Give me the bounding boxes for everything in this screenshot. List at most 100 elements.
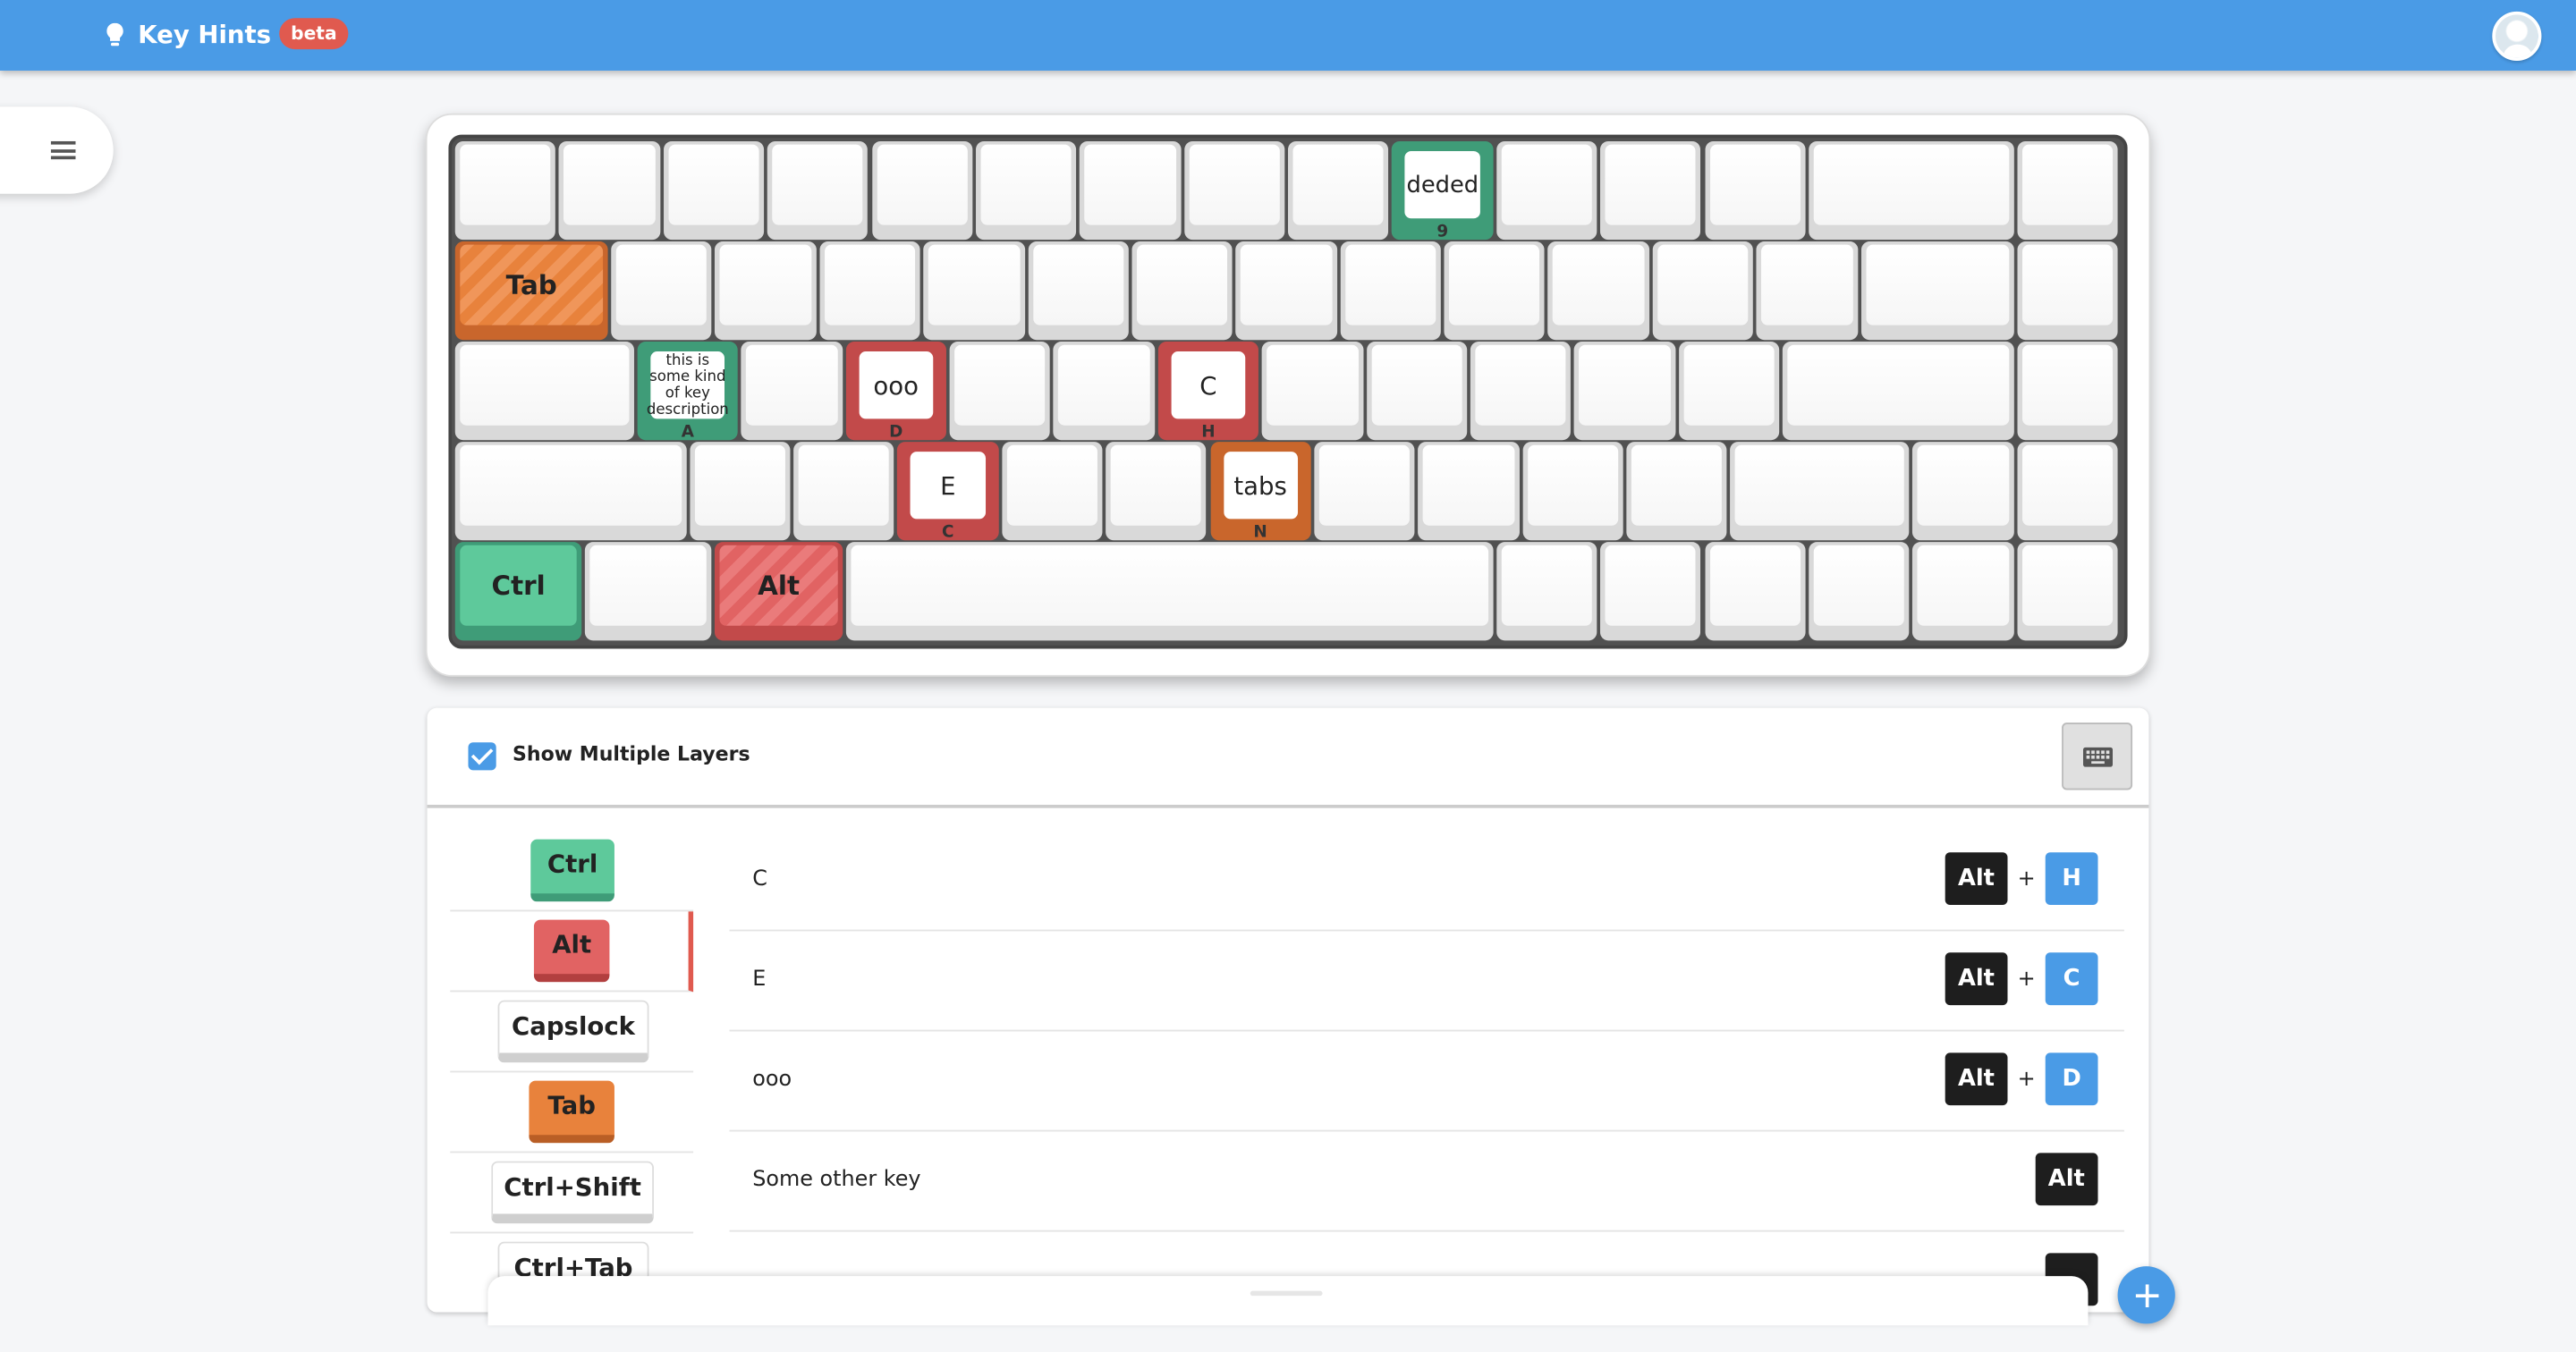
key-e[interactable]: EC <box>897 442 999 541</box>
keyboard-key[interactable] <box>2016 342 2118 441</box>
bottom-sheet[interactable] <box>487 1276 2089 1326</box>
keyboard-key[interactable] <box>1287 140 1389 241</box>
key-ctrl[interactable]: Ctrl <box>454 542 582 641</box>
key-alt[interactable]: Alt <box>715 542 843 641</box>
layer-item-alt[interactable]: Alt <box>450 911 694 993</box>
keyboard-key[interactable] <box>454 342 634 441</box>
shortcut-combo: Alt + D <box>1945 1052 2098 1106</box>
key-ooo[interactable]: ooo D <box>845 342 947 441</box>
key-sublabel: D <box>889 423 903 441</box>
layer-item-ctrl[interactable]: Ctrl <box>450 831 694 912</box>
keyboard-key[interactable] <box>1080 140 1182 241</box>
keyboard-key[interactable] <box>1809 140 2014 241</box>
keyboard-key[interactable] <box>559 140 660 241</box>
keyboard-key[interactable] <box>1678 342 1780 441</box>
keyboard-key[interactable] <box>1730 442 1910 541</box>
key-c[interactable]: CH <box>1157 342 1259 441</box>
keyboard-key[interactable] <box>1704 140 1806 241</box>
layer-item-ctrl-shift[interactable]: Ctrl+Shift <box>450 1153 694 1234</box>
add-icon <box>2134 1283 2158 1307</box>
keyboard-key[interactable] <box>1756 241 1858 341</box>
lightbulb-icon <box>106 21 123 46</box>
key-sublabel: N <box>1253 523 1267 541</box>
keyboard-key[interactable] <box>1600 542 1701 641</box>
menu-button[interactable] <box>0 106 114 194</box>
keyboard-key[interactable] <box>1028 241 1129 341</box>
layer-item-capslock[interactable]: Capslock <box>450 992 694 1073</box>
keyboard-key[interactable] <box>1704 542 1806 641</box>
keyboard-key[interactable] <box>454 140 556 241</box>
keyboard-key[interactable] <box>2016 241 2118 341</box>
keyboard-key[interactable] <box>1131 241 1233 341</box>
sheet-handle[interactable] <box>1250 1290 1323 1297</box>
brand[interactable]: Key Hints beta <box>106 18 349 50</box>
key-chip: D <box>2045 1052 2098 1106</box>
shortcut-row[interactable]: ooo Alt + D <box>729 1031 2124 1132</box>
key-chip: H <box>2045 852 2098 906</box>
keyboard-key[interactable] <box>1340 241 1441 341</box>
keyboard-key[interactable] <box>871 140 973 241</box>
key-sublabel: A <box>681 423 694 441</box>
keyboard-key[interactable] <box>741 342 843 441</box>
keyboard-key[interactable] <box>1444 241 1546 341</box>
layer-item-tab[interactable]: Tab <box>450 1072 694 1153</box>
keyboard-key[interactable] <box>1470 342 1572 441</box>
key-label: Ctrl <box>491 570 546 602</box>
keyboard-key[interactable] <box>923 241 1025 341</box>
shortcut-label: E <box>752 967 767 993</box>
keyboard-key[interactable] <box>611 241 713 341</box>
key-tabs[interactable]: tabs N <box>1209 442 1311 541</box>
keyboard-key[interactable] <box>1314 442 1415 541</box>
shortcuts-panel: Show Multiple Layers Ctrl Alt Capslock T… <box>427 707 2149 1313</box>
key-description[interactable]: this is some kind of key description A <box>637 342 739 441</box>
shortcut-combo: Alt + H <box>1945 852 2098 906</box>
keyboard-key[interactable] <box>1496 542 1597 641</box>
key-tab[interactable]: Tab <box>454 241 608 341</box>
shortcut-row[interactable]: E Alt + C <box>729 931 2124 1032</box>
keyboard-key[interactable] <box>2016 140 2118 241</box>
shortcut-label: ooo <box>752 1067 792 1093</box>
keyboard-key[interactable] <box>689 442 791 541</box>
show-multiple-layers-checkbox[interactable] <box>468 742 496 771</box>
add-button[interactable] <box>2117 1266 2175 1324</box>
keyboard-key[interactable] <box>1547 241 1649 341</box>
keyboard-key[interactable] <box>1860 241 2014 341</box>
keyboard-key[interactable] <box>1600 140 1701 241</box>
keyboard-key[interactable] <box>1418 442 1520 541</box>
keyboard-key[interactable] <box>1521 442 1623 541</box>
keyboard-toggle-button[interactable] <box>2062 722 2133 790</box>
keyboard-key[interactable] <box>1782 342 2014 441</box>
keyboard-key[interactable] <box>949 342 1051 441</box>
keyboard-key[interactable] <box>1001 442 1103 541</box>
keyboard-key[interactable] <box>454 442 687 541</box>
keyboard-key[interactable] <box>585 542 712 641</box>
keyboard-key[interactable] <box>1235 241 1337 341</box>
key-deded[interactable]: deded 9 <box>1392 140 1494 241</box>
keyboard-key[interactable] <box>845 542 1494 641</box>
keyboard-key[interactable] <box>1912 542 2014 641</box>
keyboard-key[interactable] <box>663 140 765 241</box>
keyboard-key[interactable] <box>1261 342 1363 441</box>
keyboard-key[interactable] <box>2016 542 2118 641</box>
keyboard-key[interactable] <box>975 140 1077 241</box>
keyboard-key[interactable] <box>767 140 869 241</box>
keyboard-key[interactable] <box>1809 542 1910 641</box>
keyboard: deded 9 Tab this is some kind of key descri… <box>448 134 2128 649</box>
keyboard-key[interactable] <box>819 241 920 341</box>
shortcut-row[interactable]: Some other key Alt <box>729 1132 2124 1232</box>
keyboard-key[interactable] <box>1652 241 1754 341</box>
keyboard-key[interactable] <box>1912 442 2014 541</box>
keyboard-key[interactable] <box>715 241 817 341</box>
keyboard-key[interactable] <box>793 442 894 541</box>
shortcut-row[interactable]: C Alt + H <box>729 831 2124 932</box>
keyboard-key[interactable] <box>1183 140 1285 241</box>
keyboard-key[interactable] <box>1496 140 1597 241</box>
keyboard-key[interactable] <box>1626 442 1728 541</box>
keyboard-key[interactable] <box>1366 342 1467 441</box>
keyboard-key[interactable] <box>1574 342 1675 441</box>
keyboard-key[interactable] <box>1106 442 1208 541</box>
key-label: E <box>911 452 986 520</box>
keyboard-key[interactable] <box>1054 342 1155 441</box>
keyboard-key[interactable] <box>2016 442 2118 541</box>
avatar-icon[interactable] <box>2492 11 2542 61</box>
